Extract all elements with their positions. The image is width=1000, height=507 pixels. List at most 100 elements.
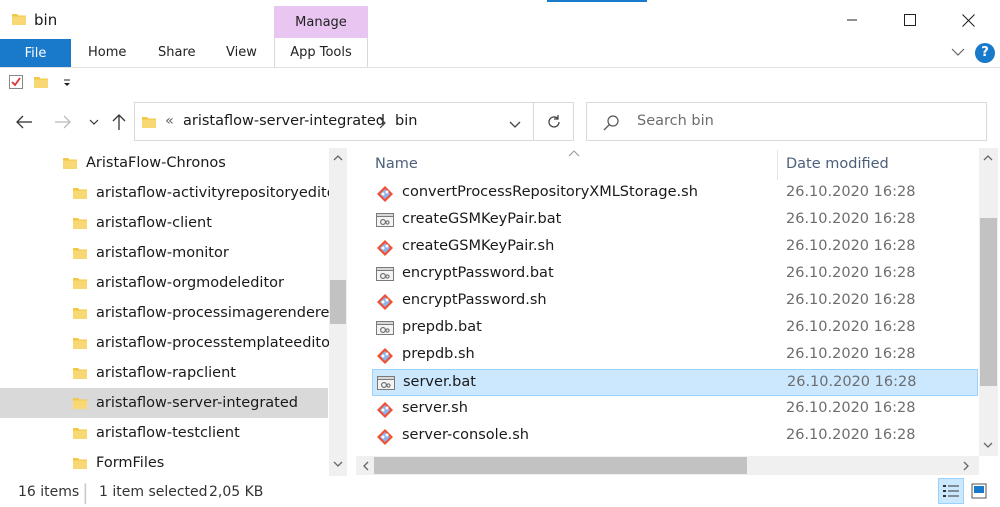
folder-icon (72, 335, 88, 355)
tab-home[interactable]: Home (88, 38, 126, 67)
tab-view[interactable]: View (226, 38, 257, 67)
file-date-modified: 26.10.2020 16:28 (786, 292, 916, 308)
nav-tree-item[interactable]: AristaFlow-Chronos (0, 148, 328, 178)
nav-pane-scrollbar[interactable] (329, 148, 347, 476)
batch-file-icon (376, 266, 394, 286)
folder-icon (72, 215, 88, 235)
file-list-scroll-thumb[interactable] (980, 218, 997, 386)
column-header-date-modified[interactable]: Date modified (786, 156, 889, 172)
forward-button[interactable] (51, 110, 75, 134)
up-button[interactable] (107, 110, 131, 134)
item-count: 16 items (18, 484, 80, 500)
selection-count: 1 item selected (99, 484, 208, 500)
tab-share[interactable]: Share (158, 38, 196, 67)
file-row[interactable]: server.bat 26.10.2020 16:28 (372, 369, 978, 396)
file-row[interactable]: prepdb.bat 26.10.2020 16:28 (372, 315, 978, 342)
breadcrumb-segment[interactable]: aristaflow-server-integrated (183, 113, 385, 129)
file-list-horizontal-scrollbar[interactable] (356, 456, 979, 475)
scroll-right-icon[interactable] (963, 461, 970, 471)
scroll-up-icon[interactable] (333, 154, 343, 161)
address-bar[interactable]: « aristaflow-server-integrated bin (134, 102, 534, 141)
column-divider[interactable] (777, 150, 778, 180)
file-row[interactable]: server.sh 26.10.2020 16:28 (372, 396, 978, 423)
details-view-button[interactable] (938, 478, 964, 504)
nav-tree-item[interactable]: aristaflow-rapclient (0, 358, 328, 388)
help-button[interactable]: ? (975, 43, 995, 63)
scroll-down-icon[interactable] (983, 442, 993, 449)
large-icons-view-icon (971, 483, 987, 499)
contextual-group-manage: Manage (274, 6, 368, 38)
minimize-button[interactable] (829, 6, 875, 34)
recent-locations-button[interactable] (82, 110, 106, 134)
scroll-left-icon[interactable] (362, 461, 369, 471)
nav-tree-item-label: FormFiles (96, 455, 165, 471)
tab-file[interactable]: File (0, 39, 71, 67)
search-icon (602, 114, 620, 136)
file-list-vertical-scrollbar[interactable] (979, 148, 998, 456)
file-name: createGSMKeyPair.sh (402, 238, 555, 254)
scroll-down-icon[interactable] (333, 461, 343, 468)
address-history-button[interactable] (509, 118, 521, 133)
file-name: convertProcessRepositoryXMLStorage.sh (402, 184, 698, 200)
file-name: createGSMKeyPair.bat (402, 211, 562, 227)
customize-toolbar-icon[interactable] (62, 77, 72, 92)
ribbon-tabs: File Home Share View App Tools ? (0, 38, 1000, 68)
horizontal-scroll-thumb[interactable] (374, 457, 747, 474)
batch-file-icon (376, 212, 394, 232)
breadcrumb-overflow[interactable]: « (165, 113, 174, 129)
file-name: server.bat (403, 374, 476, 390)
file-row[interactable]: server-console.sh 26.10.2020 16:28 (372, 423, 978, 450)
nav-tree-item[interactable]: FormFiles (0, 448, 328, 476)
minimize-icon (847, 19, 857, 21)
search-input[interactable]: Search bin (586, 102, 987, 141)
git-shell-script-icon (376, 239, 394, 261)
chevron-right-icon[interactable] (378, 117, 386, 133)
folder-icon (11, 11, 27, 31)
expand-ribbon-button[interactable] (950, 46, 966, 62)
file-date-modified: 26.10.2020 16:28 (786, 427, 916, 443)
nav-tree-item-label: aristaflow-processimagerenderer (96, 305, 336, 321)
tab-app-tools[interactable]: App Tools (274, 38, 368, 67)
file-name: prepdb.bat (402, 319, 482, 335)
file-row[interactable]: createGSMKeyPair.bat 26.10.2020 16:28 (372, 207, 978, 234)
git-shell-script-icon (376, 428, 394, 450)
nav-tree-item-label: aristaflow-monitor (96, 245, 229, 261)
folder-icon (72, 425, 88, 445)
file-name: encryptPassword.bat (402, 265, 554, 281)
file-date-modified: 26.10.2020 16:28 (786, 400, 916, 416)
scroll-up-icon[interactable] (983, 154, 993, 161)
close-button[interactable] (945, 6, 991, 34)
folder-icon (72, 185, 88, 205)
nav-tree-item[interactable]: aristaflow-monitor (0, 238, 328, 268)
details-view-icon (943, 485, 959, 497)
file-explorer-window: bin Manage File Home Share View App Tool… (0, 0, 1000, 507)
close-icon (961, 13, 975, 27)
nav-tree-item[interactable]: aristaflow-orgmodeleditor (0, 268, 328, 298)
maximize-button[interactable] (887, 6, 933, 34)
nav-tree-item[interactable]: aristaflow-activityrepositoryeditor (0, 178, 342, 208)
title-accent-line (547, 0, 647, 2)
maximize-icon (904, 14, 916, 26)
properties-icon[interactable] (8, 74, 24, 94)
breadcrumb-segment[interactable]: bin (395, 113, 417, 129)
large-icons-view-button[interactable] (966, 478, 992, 504)
file-row[interactable]: convertProcessRepositoryXMLStorage.sh 26.… (372, 180, 978, 207)
nav-tree-item[interactable]: aristaflow-processtemplateeditor (0, 328, 336, 358)
nav-tree-item[interactable]: aristaflow-testclient (0, 418, 328, 448)
folder-icon (141, 114, 157, 134)
file-date-modified: 26.10.2020 16:28 (787, 374, 917, 390)
refresh-button[interactable] (534, 102, 574, 141)
nav-tree-item[interactable]: aristaflow-server-integrated (0, 388, 328, 418)
file-row[interactable]: prepdb.sh 26.10.2020 16:28 (372, 342, 978, 369)
back-button[interactable] (12, 110, 36, 134)
new-folder-icon[interactable] (33, 74, 49, 94)
file-row[interactable]: encryptPassword.sh 26.10.2020 16:28 (372, 288, 978, 315)
file-row[interactable]: createGSMKeyPair.sh 26.10.2020 16:28 (372, 234, 978, 261)
column-header-name[interactable]: Name (375, 156, 418, 172)
nav-tree-item[interactable]: aristaflow-client (0, 208, 328, 238)
git-shell-script-icon (376, 293, 394, 315)
arrow-left-icon (16, 115, 32, 129)
file-row[interactable]: encryptPassword.bat 26.10.2020 16:28 (372, 261, 978, 288)
nav-pane-scroll-thumb[interactable] (330, 280, 346, 324)
nav-tree-item[interactable]: aristaflow-processimagerenderer (0, 298, 335, 328)
